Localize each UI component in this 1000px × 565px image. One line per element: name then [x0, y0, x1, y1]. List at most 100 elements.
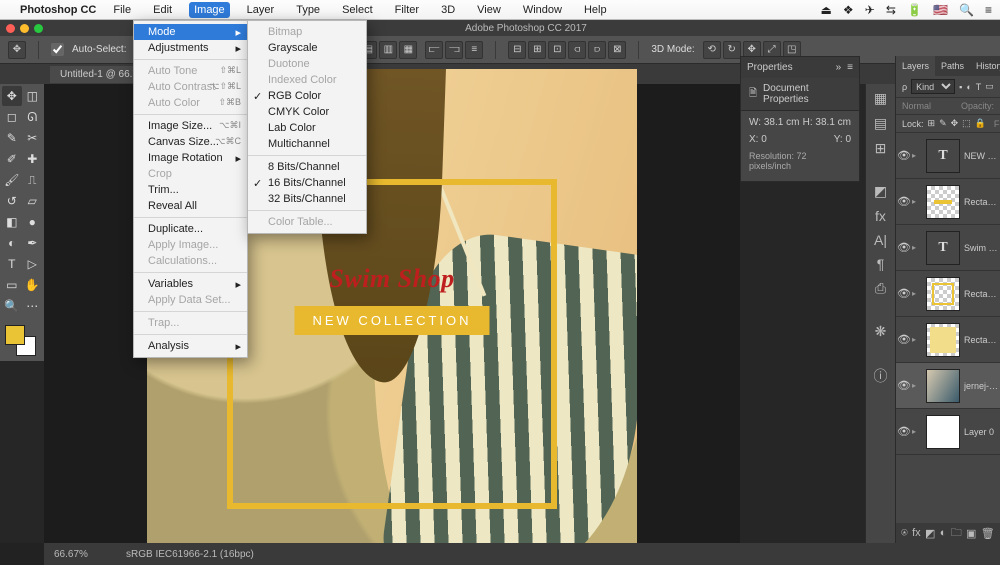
menu-image[interactable]: Image	[189, 2, 230, 18]
filter-pixel-icon[interactable]: ▪	[959, 82, 962, 92]
3d-icon[interactable]: ↻	[723, 41, 741, 59]
menuitem-trim[interactable]: Trim...	[134, 182, 247, 198]
type-tool[interactable]: T	[2, 254, 22, 274]
menuitem-analysis[interactable]: Analysis▸	[134, 338, 247, 354]
tab-history[interactable]: History	[970, 56, 1000, 76]
menuitem-duplicate[interactable]: Duplicate...	[134, 221, 247, 237]
visibility-icon[interactable]: 👁	[896, 425, 912, 438]
move-tool[interactable]: ✥	[2, 86, 22, 106]
panel-menu-icon[interactable]: »	[836, 62, 842, 73]
menuitem-image-rotation[interactable]: Image Rotation▸	[134, 150, 247, 166]
menuitem-cmyk[interactable]: CMYK Color	[248, 104, 366, 120]
filter-type-icon[interactable]: T	[976, 82, 982, 92]
filter-adjust-icon[interactable]: ◐	[966, 82, 971, 92]
menu-window[interactable]: Window	[518, 2, 567, 18]
menuitem-reveal-all[interactable]: Reveal All	[134, 198, 247, 214]
menuitem-image-size[interactable]: Image Size...⌥⌘I	[134, 118, 247, 134]
layer-row[interactable]: 👁▸Rectangle 2	[896, 271, 1000, 317]
layer-row[interactable]: 👁▸TNEW COLLEC	[896, 133, 1000, 179]
brush-panel-icon[interactable]: ❋	[875, 323, 887, 340]
mask-icon[interactable]: ◩	[925, 527, 935, 540]
info-panel-icon[interactable]: ⓘ	[874, 366, 888, 386]
visibility-icon[interactable]: 👁	[896, 333, 912, 346]
new-layer-icon[interactable]: ▣	[966, 527, 976, 540]
visibility-icon[interactable]: 👁	[896, 287, 912, 300]
eraser-tool[interactable]: ▱	[23, 191, 43, 211]
menu-filter[interactable]: Filter	[390, 2, 424, 18]
lock-icon[interactable]: ⊞	[928, 118, 936, 129]
fx-icon[interactable]: fx	[912, 527, 921, 539]
tab-paths[interactable]: Paths	[935, 56, 970, 76]
menu-edit[interactable]: Edit	[148, 2, 177, 18]
minimize-icon[interactable]	[20, 24, 29, 33]
align-icon[interactable]: ⫎	[445, 41, 463, 59]
brush-tool[interactable]: 🖌	[2, 170, 22, 190]
menu-view[interactable]: View	[472, 2, 506, 18]
menuitem-variables[interactable]: Variables▸	[134, 276, 247, 292]
layer-row[interactable]: 👁▸jernej-graj-6	[896, 363, 1000, 409]
app-name[interactable]: Photoshop CC	[20, 4, 96, 16]
zoom-icon[interactable]	[34, 24, 43, 33]
lasso-tool[interactable]: ᘏ	[23, 107, 43, 127]
glyphs-panel-icon[interactable]: ⎙	[875, 280, 886, 297]
visibility-icon[interactable]: 👁	[896, 149, 912, 162]
shape-tool[interactable]: ▭	[2, 275, 22, 295]
color-panel-icon[interactable]: ▦	[874, 90, 887, 107]
visibility-icon[interactable]: 👁	[896, 379, 912, 392]
menuitem-rgb[interactable]: ✓RGB Color	[248, 88, 366, 104]
align-icon[interactable]: ⫍	[425, 41, 443, 59]
panel-menu-icon[interactable]: ≡	[847, 62, 853, 73]
menuitem-grayscale[interactable]: Grayscale	[248, 40, 366, 56]
clone-tool[interactable]: ⎍	[23, 170, 43, 190]
menuitem-multichannel[interactable]: Multichannel	[248, 136, 366, 152]
menuitem-8bits[interactable]: 8 Bits/Channel	[248, 159, 366, 175]
crop-tool[interactable]: ✂	[23, 128, 43, 148]
move-tool-icon[interactable]: ✥	[8, 41, 26, 59]
lock-icon[interactable]: ⬚	[962, 118, 971, 129]
menu-layer[interactable]: Layer	[242, 2, 280, 18]
libraries-panel-icon[interactable]: ⊞	[875, 140, 887, 157]
visibility-icon[interactable]: 👁	[896, 241, 912, 254]
distribute-icon[interactable]: ⊠	[608, 41, 626, 59]
blend-mode[interactable]: Normal	[902, 101, 957, 111]
hand-tool[interactable]: ✋	[23, 275, 43, 295]
distribute-icon[interactable]: ⊞	[528, 41, 546, 59]
menuitem-mode[interactable]: Mode▸	[134, 24, 247, 40]
pen-tool[interactable]: ✒	[23, 233, 43, 253]
tab-layers[interactable]: Layers	[896, 56, 935, 76]
distribute-icon[interactable]: ⫏	[568, 41, 586, 59]
path-tool[interactable]: ▷	[23, 254, 43, 274]
adjustments-panel-icon[interactable]: ◩	[874, 183, 887, 200]
menu-type[interactable]: Type	[291, 2, 325, 18]
group-icon[interactable]: 🗀	[951, 524, 962, 543]
menuitem-32bits[interactable]: 32 Bits/Channel	[248, 191, 366, 207]
menuitem-canvas-size[interactable]: Canvas Size...⌥⌘C	[134, 134, 247, 150]
character-panel-icon[interactable]: A|	[874, 232, 887, 248]
auto-select-checkbox[interactable]	[51, 43, 64, 56]
kind-dropdown[interactable]: Kind	[911, 79, 955, 94]
layer-row[interactable]: 👁▸Rectangle 3	[896, 179, 1000, 225]
doc-info[interactable]: sRGB IEC61966-2.1 (16bpc)	[126, 549, 254, 560]
tray-icon[interactable]: ✈	[865, 3, 875, 17]
paragraph-panel-icon[interactable]: ¶	[877, 256, 885, 272]
tray-icon[interactable]: ⇆	[886, 3, 896, 17]
menu-file[interactable]: File	[108, 2, 136, 18]
distribute-icon[interactable]: ⊡	[548, 41, 566, 59]
tray-icon[interactable]: ❖	[843, 3, 854, 17]
gradient-tool[interactable]: ◧	[2, 212, 22, 232]
lock-icon[interactable]: 🔒	[975, 118, 986, 129]
history-brush-tool[interactable]: ↺	[2, 191, 22, 211]
layer-row[interactable]: 👁▸Rectangle 1	[896, 317, 1000, 363]
foreground-color[interactable]	[5, 325, 25, 345]
layer-row[interactable]: 👁▸TSwim Shop	[896, 225, 1000, 271]
swatches-panel-icon[interactable]: ▤	[874, 115, 887, 132]
align-icon[interactable]: ▥	[379, 41, 397, 59]
delete-icon[interactable]: 🗑	[981, 527, 995, 540]
dodge-tool[interactable]: ◐	[2, 233, 22, 253]
blur-tool[interactable]: ●	[23, 212, 43, 232]
tray-icon[interactable]: ≡	[985, 3, 992, 17]
menuitem-16bits[interactable]: ✓16 Bits/Channel	[248, 175, 366, 191]
3d-icon[interactable]: ⟲	[703, 41, 721, 59]
lock-icon[interactable]: ✎	[939, 118, 947, 129]
adjustment-icon[interactable]: ◐	[940, 527, 947, 539]
